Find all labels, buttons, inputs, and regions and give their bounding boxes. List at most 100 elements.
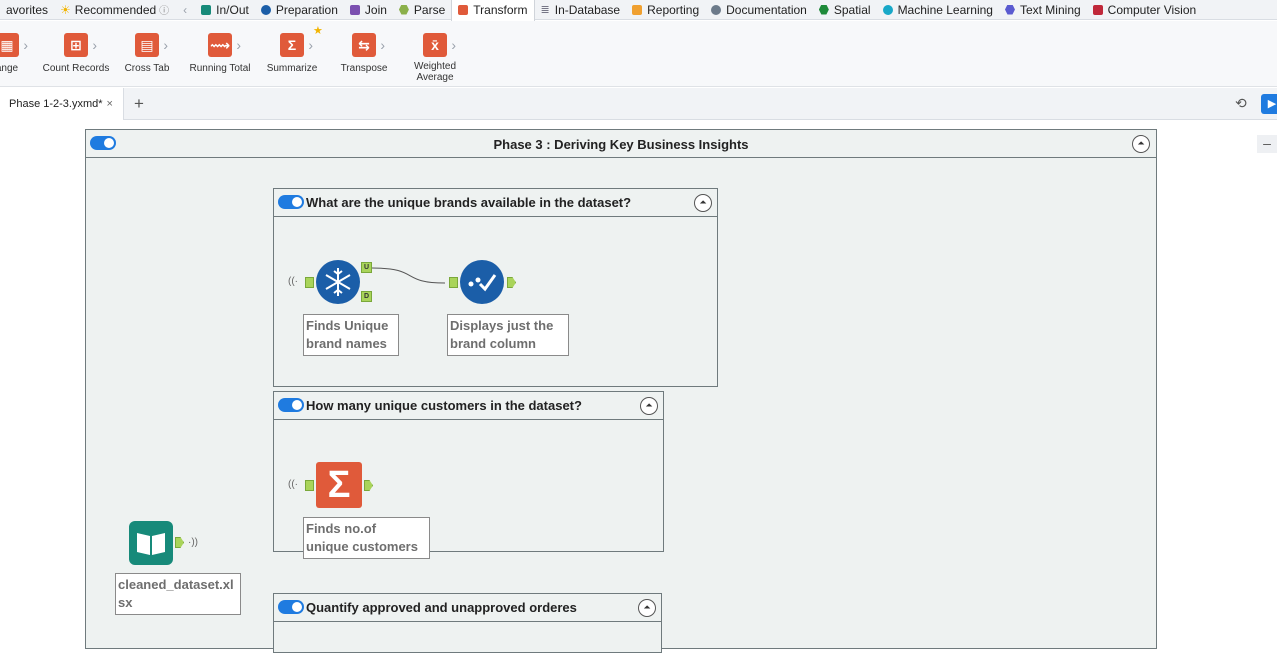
run-button[interactable]: ▶ <box>1261 94 1277 114</box>
tool-transpose[interactable]: ⇆ Transpose <box>336 33 392 74</box>
container-unique-brands-toggle[interactable] <box>278 195 304 209</box>
select-annotation-line2: brand column <box>450 336 536 351</box>
category-reporting-label: Reporting <box>647 2 700 17</box>
summarize-tool-icon: Σ <box>280 33 313 57</box>
weighted-average-tool-icon: x̄ <box>423 33 456 57</box>
category-favorites[interactable]: avorites <box>0 0 54 20</box>
input-tool-annotation: cleaned_dataset.xl sx <box>115 573 241 615</box>
unique-tool-annotation: Finds Unique brand names <box>303 314 399 356</box>
summarize-tool[interactable]: Σ <box>316 462 362 508</box>
favorite-star-icon: ★ <box>313 25 323 37</box>
tool-summarize[interactable]: Σ Summarize <box>264 33 320 74</box>
parse-icon <box>398 4 409 15</box>
document-tab-bar: Phase 1-2-3.yxmd* × + ⟲ ▶ <box>0 88 1277 120</box>
tool-running-total[interactable]: ⟿ Running Total <box>186 33 254 74</box>
category-join[interactable]: Join <box>344 0 393 20</box>
transform-icon <box>458 4 469 15</box>
category-recommended[interactable]: ☀ Recommended ⓘ <box>54 0 175 20</box>
checkmark-icon <box>468 274 497 292</box>
category-computer-vision[interactable]: Computer Vision <box>1087 0 1203 20</box>
documentation-icon <box>711 4 722 15</box>
select-annotation-line1: Displays just the <box>450 318 554 333</box>
add-tab-button[interactable]: + <box>134 94 144 114</box>
snowflake-icon <box>325 268 351 296</box>
container-unique-customers-collapse-button[interactable]: ⏶ <box>640 397 658 415</box>
container-unique-customers-toggle[interactable] <box>278 398 304 412</box>
summarize-annotation-line2: unique customers <box>306 539 418 554</box>
folder-icon <box>201 4 212 15</box>
category-preparation-label: Preparation <box>275 2 338 17</box>
unique-annotation-line2: brand names <box>306 336 387 351</box>
category-cv-label: Computer Vision <box>1107 2 1197 17</box>
tool-weighted-average[interactable]: x̄ Weighted Average <box>408 33 462 83</box>
machine-learning-icon <box>882 4 893 15</box>
container-unique-brands-title: What are the unique brands available in … <box>306 195 632 210</box>
tool-average-label: Average <box>416 72 454 83</box>
category-machine-learning[interactable]: Machine Learning <box>877 0 999 20</box>
container-approved-orders-header: Quantify approved and unapproved orderes… <box>274 594 661 622</box>
category-transform[interactable]: Transform <box>451 0 535 21</box>
chevron-left-icon[interactable]: ‹ <box>175 3 195 17</box>
container-approved-orders-title: Quantify approved and unapproved orderes <box>306 600 577 615</box>
tool-cross-tab[interactable]: ▤ Cross Tab <box>122 33 172 74</box>
category-parse-label: Parse <box>413 2 446 17</box>
preparation-icon <box>260 4 271 15</box>
info-icon: ⓘ <box>159 6 170 17</box>
container-unique-brands-header: What are the unique brands available in … <box>274 189 717 217</box>
tool-count-records[interactable]: ⊞ Count Records <box>40 33 112 74</box>
tool-arrange[interactable]: ▦ ange <box>0 33 28 74</box>
category-inout[interactable]: In/Out <box>195 0 255 20</box>
cross-tab-tool-icon: ▤ <box>135 33 168 57</box>
tool-transpose-label: Transpose <box>340 63 388 74</box>
category-documentation-label: Documentation <box>726 2 807 17</box>
select-input-connector[interactable] <box>449 277 458 288</box>
container-unique-brands-collapse-button[interactable]: ⏶ <box>694 194 712 212</box>
input-anchor-icon: ((· <box>288 276 298 287</box>
container-approved-orders-toggle[interactable] <box>278 600 304 614</box>
unique-output-u-connector[interactable]: U <box>361 262 372 273</box>
sun-icon: ☀ <box>60 2 71 17</box>
reporting-icon <box>632 4 643 15</box>
spatial-icon <box>818 4 829 15</box>
summarize-tool-annotation: Finds no.of unique customers <box>303 517 430 559</box>
select-tool[interactable] <box>460 260 504 304</box>
unique-input-connector[interactable] <box>305 277 314 288</box>
category-text-mining[interactable]: Text Mining <box>999 0 1087 20</box>
join-icon <box>349 4 360 15</box>
category-preparation[interactable]: Preparation <box>255 0 344 20</box>
close-icon[interactable]: × <box>107 98 113 110</box>
input-data-tool[interactable] <box>129 521 173 565</box>
history-icon[interactable]: ⟲ <box>1235 95 1247 112</box>
category-indatabase[interactable]: ≣ In-Database <box>535 0 627 20</box>
database-icon: ≣ <box>540 4 550 16</box>
unique-tool[interactable] <box>316 260 360 304</box>
category-documentation[interactable]: Documentation <box>705 0 813 20</box>
container-approved-orders-collapse-button[interactable]: ⏶ <box>638 599 656 617</box>
category-indatabase-label: In-Database <box>554 2 621 17</box>
container-phase-3-collapse-button[interactable]: ⏶ <box>1132 135 1150 153</box>
text-mining-icon <box>1004 4 1015 15</box>
summarize-input-connector[interactable] <box>305 480 314 491</box>
arrange-tool-icon: ▦ <box>0 33 28 57</box>
tool-category-bar: avorites ☀ Recommended ⓘ ‹ In/Out Prepar… <box>0 0 1277 21</box>
zoom-out-button[interactable]: – <box>1257 135 1277 153</box>
input-annotation-line2: sx <box>118 595 133 610</box>
category-parse[interactable]: Parse <box>393 0 451 20</box>
computer-vision-icon <box>1092 4 1103 15</box>
category-reporting[interactable]: Reporting <box>626 0 705 20</box>
input-anchor-icon: ((· <box>288 479 298 490</box>
tool-cross-tab-label: Cross Tab <box>124 63 170 74</box>
container-approved-orders[interactable]: Quantify approved and unapproved orderes… <box>273 593 662 653</box>
tool-count-records-label: Count Records <box>42 63 110 74</box>
unique-output-d-connector[interactable]: D <box>361 291 372 302</box>
book-icon <box>137 533 165 555</box>
category-transform-label: Transform <box>473 2 528 17</box>
container-phase-3-title: Phase 3 : Deriving Key Business Insights <box>493 137 749 152</box>
category-textmining-label: Text Mining <box>1019 2 1081 17</box>
category-spatial[interactable]: Spatial <box>813 0 877 20</box>
select-tool-annotation: Displays just the brand column <box>447 314 569 356</box>
tab-phase-1-2-3-label: Phase 1-2-3.yxmd* <box>9 98 103 110</box>
category-join-label: Join <box>364 2 387 17</box>
category-ml-label: Machine Learning <box>897 2 993 17</box>
tab-phase-1-2-3[interactable]: Phase 1-2-3.yxmd* × <box>0 88 124 120</box>
